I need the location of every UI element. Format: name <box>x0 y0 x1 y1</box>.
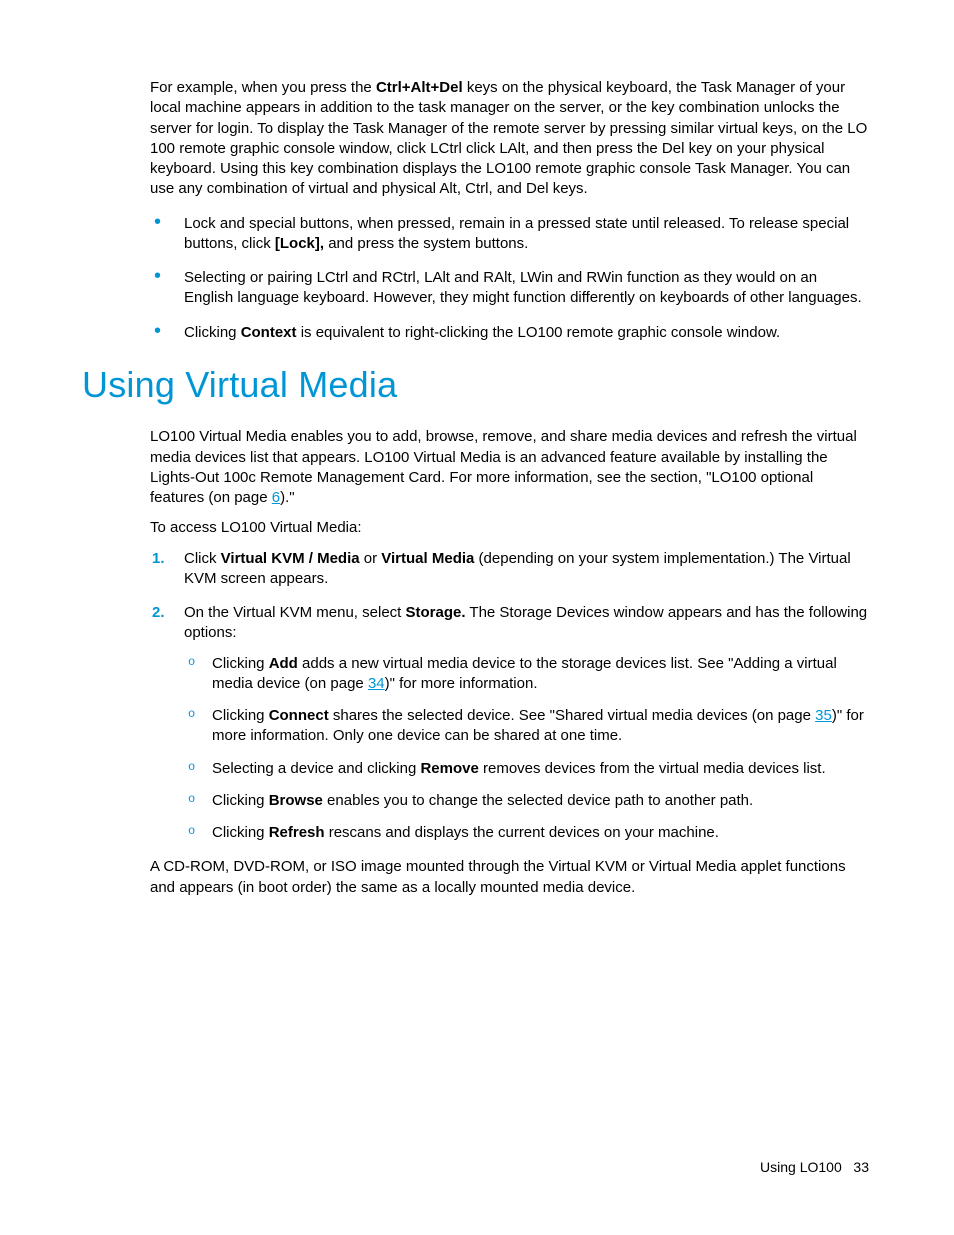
bold-text: [Lock], <box>275 235 324 252</box>
bold-text: Ctrl+Alt+Del <box>376 79 463 96</box>
bold-text: Browse <box>269 792 323 809</box>
page-link-6[interactable]: 6 <box>272 489 280 506</box>
bold-text: Virtual Media <box>381 550 474 567</box>
text: Selecting or pairing LCtrl and RCtrl, LA… <box>184 269 862 306</box>
text: LO100 Virtual Media enables you to add, … <box>150 428 857 506</box>
text: Clicking <box>184 324 241 341</box>
text: On the Virtual KVM menu, select <box>184 604 406 621</box>
text: removes devices from the virtual media d… <box>479 760 826 777</box>
text: enables you to change the selected devic… <box>323 792 753 809</box>
bold-text: Connect <box>269 707 329 724</box>
text: Clicking <box>212 707 269 724</box>
sub-item: Clicking Refresh rescans and displays th… <box>184 823 869 843</box>
page-footer: Using LO100 33 <box>760 1158 869 1177</box>
text: shares the selected device. See "Shared … <box>329 707 815 724</box>
page-link-35[interactable]: 35 <box>815 707 832 724</box>
bold-text: Add <box>269 655 298 672</box>
bold-text: Context <box>241 324 297 341</box>
text: Clicking <box>212 792 269 809</box>
bullet-list: Lock and special buttons, when pressed, … <box>150 214 869 343</box>
bold-text: Remove <box>420 760 478 777</box>
step-item: On the Virtual KVM menu, select Storage.… <box>150 603 869 843</box>
text: )." <box>280 489 295 506</box>
intro-paragraph: For example, when you press the Ctrl+Alt… <box>150 78 869 200</box>
text: rescans and displays the current devices… <box>325 824 719 841</box>
bullet-item: Lock and special buttons, when pressed, … <box>150 214 869 255</box>
sub-item: Clicking Browse enables you to change th… <box>184 791 869 811</box>
text: )" for more information. <box>385 675 538 692</box>
text: Clicking <box>212 824 269 841</box>
paragraph: To access LO100 Virtual Media: <box>150 518 869 538</box>
text: Selecting a device and clicking <box>212 760 420 777</box>
sub-item: Clicking Connect shares the selected dev… <box>184 706 869 747</box>
sub-item: Selecting a device and clicking Remove r… <box>184 759 869 779</box>
page-link-34[interactable]: 34 <box>368 675 385 692</box>
text: For example, when you press the <box>150 79 376 96</box>
section-heading: Using Virtual Media <box>82 361 869 410</box>
page-content: For example, when you press the Ctrl+Alt… <box>0 0 954 898</box>
bullet-item: Selecting or pairing LCtrl and RCtrl, LA… <box>150 268 869 309</box>
text: is equivalent to right-clicking the LO10… <box>297 324 781 341</box>
bullet-item: Clicking Context is equivalent to right-… <box>150 323 869 343</box>
closing-paragraph: A CD-ROM, DVD-ROM, or ISO image mounted … <box>150 857 869 898</box>
numbered-list: Click Virtual KVM / Media or Virtual Med… <box>150 549 869 844</box>
text: keys on the physical keyboard, the Task … <box>150 79 867 197</box>
bold-text: Refresh <box>269 824 325 841</box>
bold-text: Storage. <box>406 604 466 621</box>
sub-item: Clicking Add adds a new virtual media de… <box>184 654 869 695</box>
sub-list: Clicking Add adds a new virtual media de… <box>184 654 869 844</box>
text: Clicking <box>212 655 269 672</box>
text: Click <box>184 550 221 567</box>
paragraph: LO100 Virtual Media enables you to add, … <box>150 427 869 508</box>
bold-text: Virtual KVM / Media <box>221 550 360 567</box>
footer-label: Using LO100 <box>760 1159 842 1175</box>
page-number: 33 <box>853 1159 869 1175</box>
text: and press the system buttons. <box>324 235 528 252</box>
step-item: Click Virtual KVM / Media or Virtual Med… <box>150 549 869 590</box>
text: or <box>360 550 382 567</box>
